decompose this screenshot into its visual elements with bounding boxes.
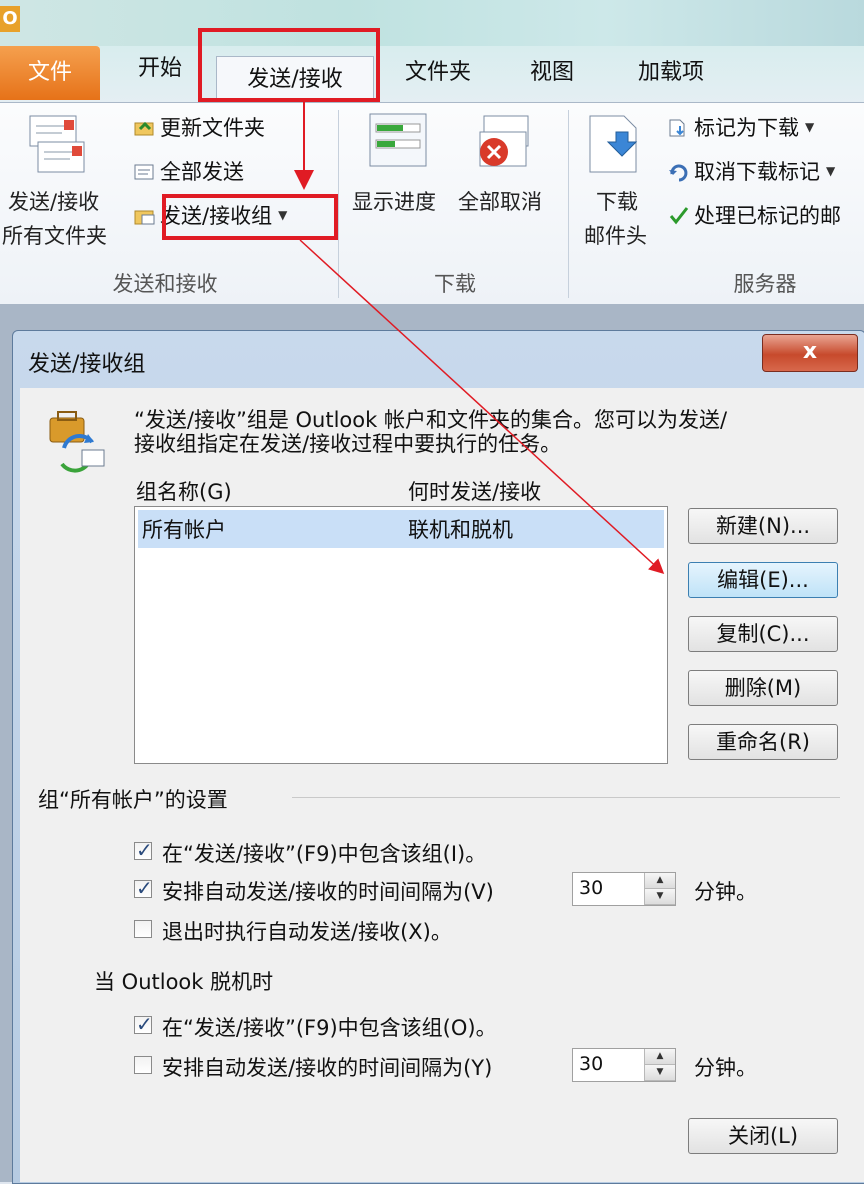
offline-section-header: 当 Outlook 脱机时: [94, 970, 274, 994]
schedule-offline-stepper[interactable]: 30 ▲ ▼: [572, 1048, 676, 1082]
include-group-online-checkbox[interactable]: [134, 838, 153, 862]
schedule-online-unit: 分钟。: [694, 880, 757, 904]
tab-home[interactable]: 开始: [118, 46, 202, 92]
highlight-tab-send-receive: [198, 28, 380, 102]
group-label-download: 下载: [434, 272, 476, 296]
rename-button[interactable]: 重命名(R): [688, 724, 838, 760]
stepper-up-icon[interactable]: ▲: [645, 873, 675, 889]
unmark-download-button[interactable]: 取消下载标记 ▼: [668, 154, 835, 188]
schedule-offline-label: 安排自动发送/接收的时间间隔为(Y): [162, 1056, 493, 1080]
column-header-group-name: 组名称(G): [136, 480, 232, 504]
list-item-name: 所有帐户: [142, 518, 226, 542]
copy-button[interactable]: 复制(C)...: [688, 616, 838, 652]
group-separator: [568, 110, 569, 298]
dropdown-arrow-icon: ▼: [805, 120, 815, 134]
update-folder-label: 更新文件夹: [160, 116, 265, 140]
schedule-offline-checkbox[interactable]: [134, 1056, 152, 1074]
schedule-online-value: 30: [579, 877, 604, 899]
group-label-server: 服务器: [733, 272, 797, 296]
stepper-down-icon[interactable]: ▼: [645, 1065, 675, 1081]
unmark-download-label: 取消下载标记: [694, 160, 820, 184]
dialog-title: 发送/接收组: [28, 352, 146, 377]
include-group-online-label: 在“发送/接收”(F9)中包含该组(I)。: [162, 842, 487, 866]
process-marked-label: 处理已标记的邮: [694, 204, 841, 228]
tab-view[interactable]: 视图: [516, 50, 588, 96]
show-progress-button[interactable]: 显示进度: [352, 186, 436, 216]
include-group-offline-checkbox[interactable]: [134, 1012, 153, 1036]
tab-file[interactable]: 文件: [0, 46, 100, 100]
process-marked-button[interactable]: 处理已标记的邮: [668, 198, 841, 232]
download-headers-line2[interactable]: 邮件头: [584, 220, 647, 250]
stepper-up-icon[interactable]: ▲: [645, 1049, 675, 1065]
highlight-send-receive-groups: [162, 194, 338, 240]
group-separator: [338, 110, 339, 298]
send-all-label: 全部发送: [160, 160, 244, 184]
dialog-description-line2: 接收组指定在发送/接收过程中要执行的任务。: [134, 432, 562, 456]
cancel-all-icon: [472, 112, 534, 174]
group-label-send-receive: 发送和接收: [112, 272, 218, 296]
show-progress-icon: [368, 112, 430, 172]
outlook-app-icon[interactable]: O: [0, 6, 20, 32]
tab-addins[interactable]: 加载项: [616, 50, 726, 96]
download-headers-icon: [586, 112, 648, 176]
download-headers-line1[interactable]: 下载: [596, 186, 638, 216]
list-item-when: 联机和脱机: [408, 518, 513, 542]
title-bar: [0, 0, 864, 46]
dialog-close-button[interactable]: x: [762, 334, 858, 372]
schedule-online-stepper[interactable]: 30 ▲ ▼: [572, 872, 676, 906]
checkmark-icon: [668, 206, 689, 225]
schedule-online-label: 安排自动发送/接收的时间间隔为(V): [162, 880, 494, 904]
mark-to-download-button[interactable]: 标记为下载 ▼: [668, 110, 814, 144]
on-exit-checkbox[interactable]: [134, 920, 152, 938]
mark-to-download-label: 标记为下载: [694, 116, 799, 140]
send-all-button[interactable]: 全部发送: [134, 154, 244, 188]
edit-button[interactable]: 编辑(E)...: [688, 562, 838, 598]
schedule-offline-unit: 分钟。: [694, 1056, 757, 1080]
send-all-icon: [134, 162, 154, 180]
send-receive-all-folders-icon: [26, 112, 88, 176]
tab-folder[interactable]: 文件夹: [386, 50, 490, 96]
send-receive-all-folders-line2[interactable]: 所有文件夹: [2, 220, 107, 250]
settings-section-header: 组“所有帐户”的设置: [38, 788, 228, 812]
dropdown-arrow-icon: ▼: [826, 164, 836, 178]
stepper-down-icon[interactable]: ▼: [645, 889, 675, 905]
stepper-buttons[interactable]: ▲ ▼: [644, 873, 675, 905]
send-receive-groups-icon: [44, 408, 108, 474]
delete-button[interactable]: 删除(M): [688, 670, 838, 706]
on-exit-label: 退出时执行自动发送/接收(X)。: [162, 920, 452, 944]
stepper-buttons[interactable]: ▲ ▼: [644, 1049, 675, 1081]
include-group-offline-label: 在“发送/接收”(F9)中包含该组(O)。: [162, 1016, 497, 1040]
schedule-offline-value: 30: [579, 1053, 604, 1075]
schedule-online-checkbox[interactable]: [134, 876, 153, 900]
update-folder-icon: [134, 118, 154, 136]
send-receive-groups-icon: [134, 206, 155, 225]
cancel-all-button[interactable]: 全部取消: [458, 186, 542, 216]
update-folder-button[interactable]: 更新文件夹: [134, 110, 265, 144]
send-receive-all-folders-line1[interactable]: 发送/接收: [8, 186, 99, 216]
mark-download-icon: [668, 118, 688, 137]
undo-mark-icon: [668, 162, 688, 182]
close-button[interactable]: 关闭(L): [688, 1118, 838, 1154]
section-divider: [292, 797, 840, 798]
column-header-when: 何时发送/接收: [408, 480, 542, 504]
new-button[interactable]: 新建(N)...: [688, 508, 838, 544]
